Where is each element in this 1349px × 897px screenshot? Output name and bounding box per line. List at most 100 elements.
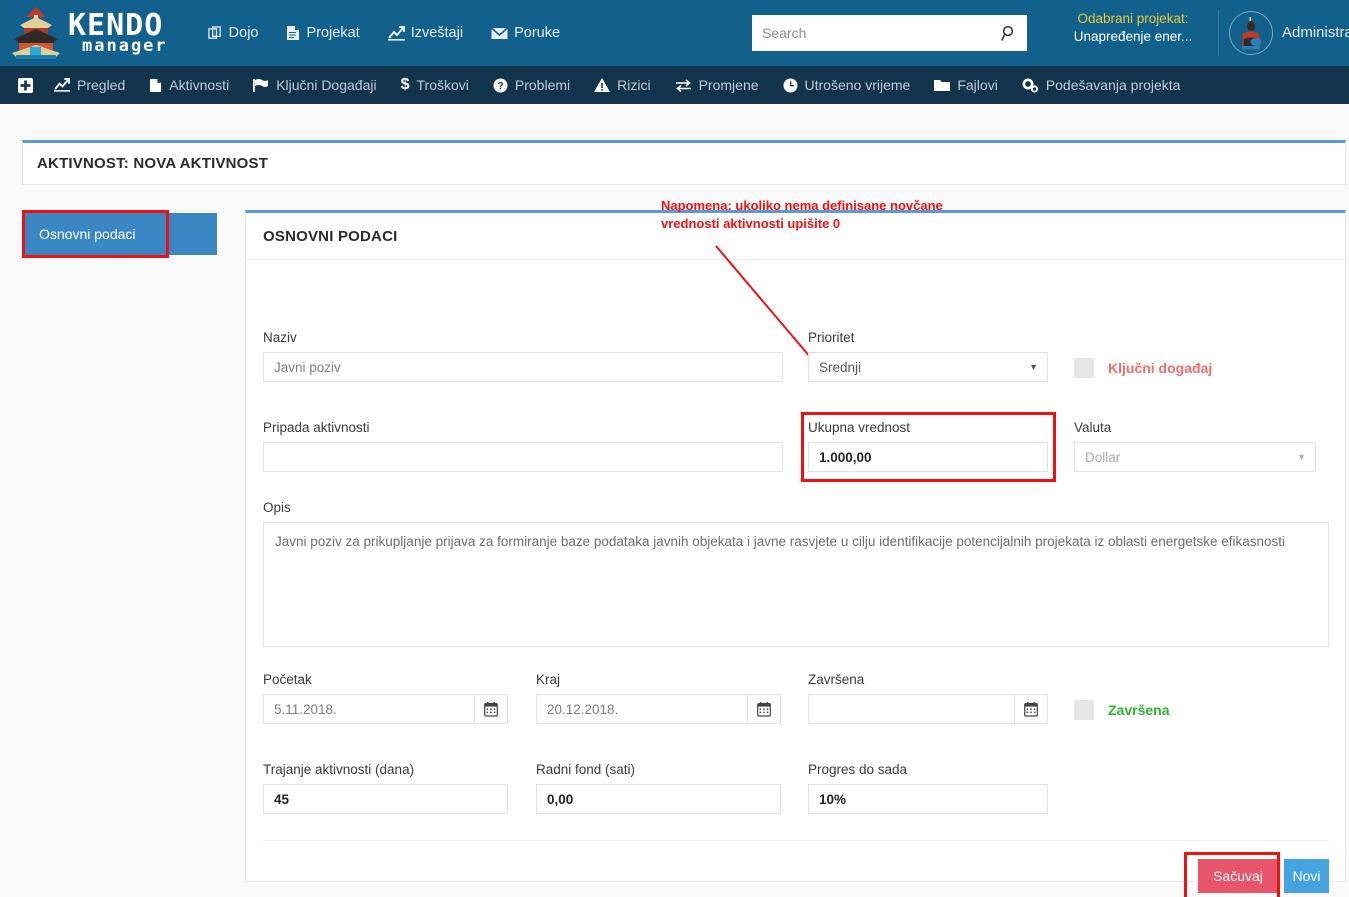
- naziv-input[interactable]: [263, 352, 783, 382]
- new-button[interactable]: Novi: [1284, 859, 1329, 893]
- copy-icon: [207, 25, 221, 39]
- pocetak-input[interactable]: [263, 694, 474, 724]
- chevron-down-icon: ▼: [1297, 452, 1306, 462]
- trajanje-input[interactable]: [263, 784, 508, 814]
- label-valuta: Valuta: [1074, 420, 1112, 435]
- subnav-item-troskovi[interactable]: $ Troškovi: [389, 66, 481, 104]
- label-pocetak: Početak: [263, 672, 312, 687]
- top-navigation-bar: KENDO manager Dojo Projekat Izveštaji Po…: [0, 0, 1349, 66]
- search-button[interactable]: [991, 16, 1027, 50]
- pocetak-calendar-button[interactable]: [474, 694, 508, 724]
- nav-item-dojo[interactable]: Dojo: [194, 19, 273, 47]
- warning-triangle-icon: [594, 78, 611, 92]
- form-panel: OSNOVNI PODACI Napomena: ukoliko nema de…: [245, 198, 1346, 897]
- page-title-panel: AKTIVNOST: NOVA AKTIVNOST: [22, 140, 1346, 185]
- subnav-item-aktivnosti[interactable]: Aktivnosti: [137, 66, 241, 104]
- field-zavrsena-date: Završena: [808, 672, 1048, 724]
- nav-item-projekat[interactable]: Projekat: [272, 19, 373, 47]
- subnav-label-troskovi: Troškovi: [416, 77, 469, 93]
- gears-icon: [1022, 78, 1038, 93]
- form-panel-header: OSNOVNI PODACI Napomena: ukoliko nema de…: [246, 198, 1345, 260]
- prioritet-select[interactable]: Srednji ▼: [808, 352, 1048, 382]
- dollar-icon: $: [400, 76, 410, 93]
- field-valuta: Valuta Dollar ▼: [1074, 420, 1316, 472]
- subnav-item-podesavanja-projekta[interactable]: Podešavanja projekta: [1010, 66, 1193, 104]
- form-footer: Sačuvaj Novi: [263, 840, 1329, 897]
- subnav-item-fajlovi[interactable]: Fajlovi: [922, 66, 1009, 104]
- ukupna-vrednost-input[interactable]: [808, 442, 1048, 472]
- subnav-item-kljucni-dogadaji[interactable]: Ključni Događaji: [241, 66, 388, 104]
- kljucni-dogadaj-checkbox[interactable]: [1074, 358, 1094, 378]
- opis-textarea[interactable]: Javni poziv za prikupljanje prijava za f…: [263, 522, 1329, 647]
- exchange-icon: [675, 78, 691, 92]
- label-kljucni-dogadaj: Ključni događaj: [1108, 360, 1213, 376]
- kraj-input[interactable]: [536, 694, 747, 724]
- field-prioritet: Prioritet Srednji ▼: [808, 330, 1048, 382]
- kendo-avatar-icon: [1231, 13, 1271, 53]
- label-pripada-aktivnosti: Pripada aktivnosti: [263, 420, 370, 435]
- brand-logo[interactable]: KENDO manager: [6, 5, 168, 61]
- top-nav-items: Dojo Projekat Izveštaji Poruke: [194, 19, 574, 47]
- zavrsena-checkbox[interactable]: [1074, 700, 1094, 720]
- valuta-select[interactable]: Dollar ▼: [1074, 442, 1316, 472]
- calendar-icon: [484, 701, 498, 717]
- save-button[interactable]: Sačuvaj: [1198, 859, 1278, 893]
- kraj-calendar-button[interactable]: [747, 694, 781, 724]
- flag-icon: [253, 78, 269, 92]
- user-name[interactable]: Administrat: [1282, 24, 1349, 41]
- calendar-icon: [1024, 701, 1038, 717]
- subnav-item-rizici[interactable]: Rizici: [582, 66, 662, 104]
- page-title: AKTIVNOST: NOVA AKTIVNOST: [37, 155, 269, 172]
- subnav-item-pregled[interactable]: Pregled: [42, 66, 137, 104]
- project-sub-navigation: Pregled Aktivnosti Ključni Događaji $ Tr…: [0, 66, 1349, 104]
- field-pocetak: Početak: [263, 672, 508, 724]
- field-pripada-aktivnosti: Pripada aktivnosti: [263, 420, 783, 472]
- field-radni-fond: Radni fond (sati): [536, 762, 781, 814]
- svg-text:?: ?: [497, 81, 503, 92]
- field-trajanje: Trajanje aktivnosti (dana): [263, 762, 508, 814]
- search-box[interactable]: [752, 15, 1027, 51]
- pripada-aktivnosti-input[interactable]: [263, 442, 783, 472]
- subnav-label-podesavanja-projekta: Podešavanja projekta: [1045, 77, 1181, 93]
- document-icon: [287, 26, 300, 40]
- subnav-label-pregled: Pregled: [77, 77, 126, 93]
- form-buttons: Sačuvaj Novi: [1198, 859, 1329, 893]
- nav-label-projekat: Projekat: [306, 25, 360, 41]
- subnav-label-aktivnosti: Aktivnosti: [169, 77, 230, 93]
- selected-project[interactable]: Odabrani projekat: Unapređenje ener...: [1058, 10, 1208, 46]
- annotation-note-text: Napomena: ukoliko nema definisane novčan…: [661, 198, 943, 231]
- subnav-label-utroseno-vrijeme: Utrošeno vrijeme: [804, 77, 911, 93]
- sidebar-item-osnovni-podaci[interactable]: Osnovni podaci: [22, 213, 217, 255]
- subnav-label-kljucni-dogadaji: Ključni Događaji: [276, 77, 377, 93]
- envelope-icon: [491, 26, 509, 39]
- sidebar-item-label: Osnovni podaci: [39, 226, 136, 242]
- label-radni-fond: Radni fond (sati): [536, 762, 636, 777]
- add-button[interactable]: [8, 66, 42, 104]
- calendar-icon: [757, 701, 771, 717]
- radni-fond-input[interactable]: [536, 784, 781, 814]
- nav-label-izvestaji: Izveštaji: [410, 25, 464, 41]
- plus-square-icon: [17, 77, 33, 93]
- subnav-item-promjene[interactable]: Promjene: [663, 66, 771, 104]
- label-progres: Progres do sada: [808, 762, 908, 777]
- zavrsena-calendar-button[interactable]: [1014, 694, 1048, 724]
- subnav-item-problemi[interactable]: ? Problemi: [481, 66, 582, 104]
- nav-item-izvestaji[interactable]: Izveštaji: [374, 19, 477, 47]
- zavrsena-date-input[interactable]: [808, 694, 1014, 724]
- subnav-item-utroseno-vrijeme[interactable]: Utrošeno vrijeme: [771, 66, 923, 104]
- field-zavrsena-checkbox: Završena: [1074, 700, 1169, 720]
- field-ukupna-vrednost: Ukupna vrednost: [808, 420, 1048, 472]
- search-input[interactable]: [752, 16, 991, 50]
- label-zavrsena-checkbox: Završena: [1108, 702, 1170, 718]
- subnav-label-problemi: Problemi: [514, 77, 571, 93]
- field-kljucni-dogadaj: Ključni događaj: [1074, 358, 1212, 378]
- progres-input[interactable]: [808, 784, 1048, 814]
- app-root: KENDO manager Dojo Projekat Izveštaji Po…: [0, 0, 1349, 897]
- avatar[interactable]: [1229, 11, 1273, 55]
- valuta-value: Dollar: [1085, 449, 1121, 465]
- pagoda-logo-icon: [12, 7, 60, 59]
- selected-project-value: Unapređenje ener...: [1073, 29, 1193, 45]
- subnav-label-rizici: Rizici: [617, 77, 651, 93]
- nav-item-poruke[interactable]: Poruke: [477, 19, 574, 47]
- label-kraj: Kraj: [536, 672, 561, 687]
